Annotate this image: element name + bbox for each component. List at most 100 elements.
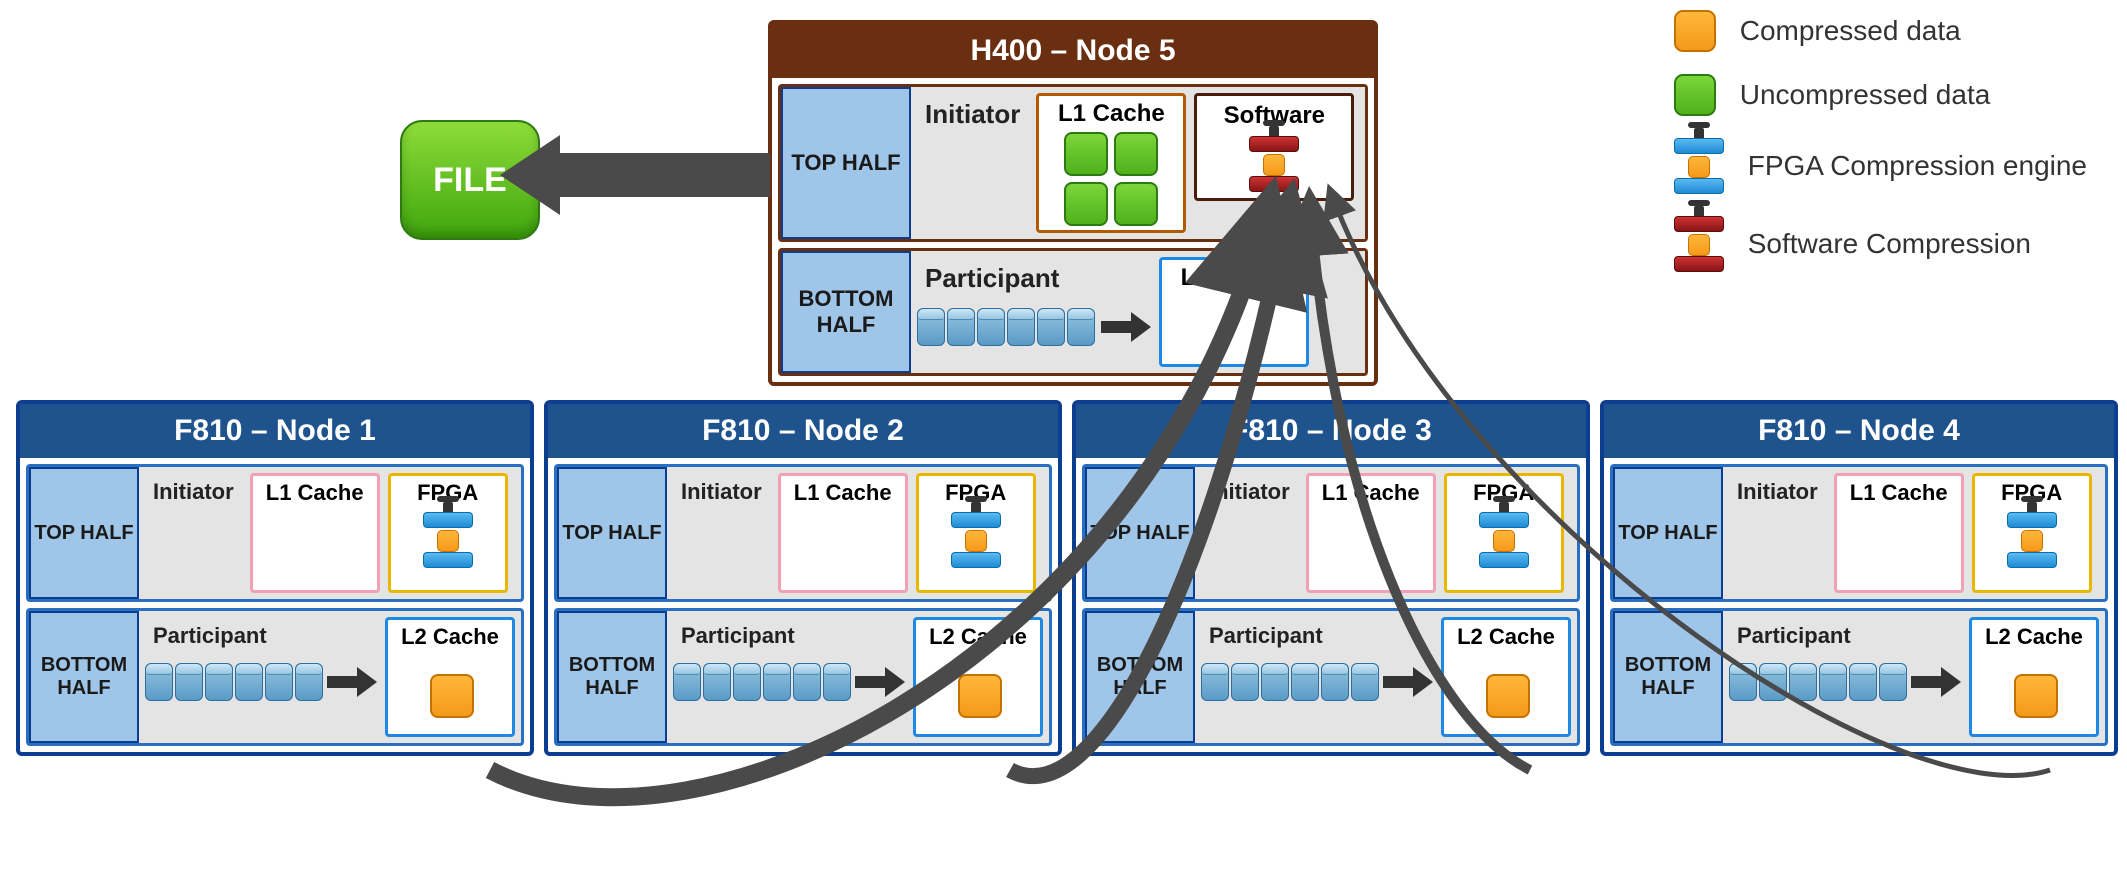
disk-icon [1789, 663, 1817, 701]
disk-icon [1291, 663, 1319, 701]
f810-node-2: F810 – Node 2 TOP HALF Initiator L1 Cach… [544, 400, 1062, 756]
disk-icon [145, 663, 173, 701]
fpga-clamp-icon [2007, 512, 2057, 568]
arrow-right-icon [855, 667, 905, 697]
top-half-label: TOP HALF [557, 467, 667, 599]
f810-node-4: F810 – Node 4 TOP HALF Initiator L1 Cach… [1600, 400, 2118, 756]
legend-row-fpga: FPGA Compression engine [1674, 138, 2087, 194]
bottom-half-label: BOTTOM HALF [781, 251, 911, 373]
node-title: F810 – Node 1 [20, 404, 530, 458]
top-half-label: TOP HALF [781, 87, 911, 239]
disk-icon [1261, 663, 1289, 701]
h400-bottom-body: Participant L2 Cache [911, 251, 1365, 373]
participant-label: Participant [917, 257, 1151, 300]
h400-top-section: TOP HALF Initiator L1 Cache Software [778, 84, 1368, 242]
participant-label: Participant [1729, 617, 1961, 655]
uncompressed-data-icon [1114, 182, 1158, 226]
disk-icon [1007, 308, 1035, 346]
disk-icon [1231, 663, 1259, 701]
l2-cache-box: L2 Cache [1969, 617, 2099, 737]
l2-cache-box: L2 Cache [385, 617, 515, 737]
software-clamp-icon [1249, 136, 1299, 192]
disk-row [1201, 663, 1379, 701]
initiator-label: Initiator [1729, 473, 1826, 511]
arrow-right-icon [1911, 667, 1961, 697]
node-bottom-body: Participant L2 Cache [139, 611, 521, 743]
h400-node-5: H400 – Node 5 TOP HALF Initiator L1 Cach… [768, 20, 1378, 386]
initiator-label: Initiator [673, 473, 770, 511]
node-bottom-body: Participant L2 Cache [1195, 611, 1577, 743]
arrow-right-icon [1383, 667, 1433, 697]
fpga-clamp-icon [1479, 512, 1529, 568]
l2-cache-title: L2 Cache [916, 620, 1040, 654]
disk-icon [703, 663, 731, 701]
h400-bottom-section: BOTTOM HALF Participant L2 Ca [778, 248, 1368, 376]
l1-cache-title: L1 Cache [1309, 476, 1433, 510]
l1-cache-box: L1 Cache [250, 473, 380, 593]
disk-icon [1819, 663, 1847, 701]
l1-cache-box: L1 Cache [1306, 473, 1436, 593]
node-top-body: Initiator L1 Cache FPGA [1723, 467, 2105, 599]
initiator-label: Initiator [917, 93, 1028, 136]
disk-icon [1351, 663, 1379, 701]
node-bottom-section: BOTTOM HALF Participant L2 Cache [26, 608, 524, 746]
l1-cache-box: L1 Cache [778, 473, 908, 593]
uncompressed-data-icon [1064, 132, 1108, 176]
disk-icon [1849, 663, 1877, 701]
l1-cache-title: L1 Cache [1837, 476, 1961, 510]
disk-icon [1759, 663, 1787, 701]
nodes-row: F810 – Node 1 TOP HALF Initiator L1 Cach… [16, 400, 2111, 756]
l1-cache-box: L1 Cache [1834, 473, 1964, 593]
top-half-label: TOP HALF [29, 467, 139, 599]
node-bottom-section: BOTTOM HALF Participant L2 Cache [1082, 608, 1580, 746]
participant-label: Participant [1201, 617, 1433, 655]
legend-row-software: Software Compression [1674, 216, 2087, 272]
bottom-half-label: BOTTOM HALF [557, 611, 667, 743]
disk-row [673, 663, 851, 701]
fpga-box: FPGA [1972, 473, 2092, 593]
disk-icon [977, 308, 1005, 346]
disk-row [917, 308, 1095, 346]
compressed-data-icon [958, 674, 1002, 718]
node-bottom-body: Participant L2 Cache [667, 611, 1049, 743]
software-clamp-icon [1674, 216, 1724, 272]
legend: Compressed data Uncompressed data FPGA C… [1674, 10, 2087, 272]
fpga-clamp-icon [1674, 138, 1724, 194]
l2-cache-title: L2 Cache [388, 620, 512, 654]
arrow-right-icon [327, 667, 377, 697]
legend-label: Uncompressed data [1740, 79, 1991, 111]
f810-node-3: F810 – Node 3 TOP HALF Initiator L1 Cach… [1072, 400, 1590, 756]
node-top-body: Initiator L1 Cache FPGA [139, 467, 521, 599]
initiator-label: Initiator [1201, 473, 1298, 511]
participant-label: Participant [145, 617, 377, 655]
disk-icon [823, 663, 851, 701]
node-top-section: TOP HALF Initiator L1 Cache FPGA [554, 464, 1052, 602]
node-top-section: TOP HALF Initiator L1 Cache FPGA [26, 464, 524, 602]
fpga-box: FPGA [916, 473, 1036, 593]
disk-icon [265, 663, 293, 701]
compressed-data-icon [1674, 10, 1716, 52]
disk-icon [673, 663, 701, 701]
l2-cache-box: L2 Cache [913, 617, 1043, 737]
file-badge: FILE [400, 120, 540, 240]
h400-title: H400 – Node 5 [772, 24, 1374, 78]
node-top-body: Initiator L1 Cache FPGA [667, 467, 1049, 599]
uncompressed-data-icon [1064, 182, 1108, 226]
disk-row [1729, 663, 1907, 701]
node-bottom-section: BOTTOM HALF Participant L2 Cache [554, 608, 1052, 746]
fpga-box: FPGA [388, 473, 508, 593]
bottom-half-label: BOTTOM HALF [1085, 611, 1195, 743]
disk-icon [1037, 308, 1065, 346]
disk-icon [947, 308, 975, 346]
l1-cache-title: L1 Cache [253, 476, 377, 510]
l1-cache-box: L1 Cache [1036, 93, 1186, 233]
file-label: FILE [433, 161, 507, 200]
node-top-body: Initiator L1 Cache FPGA [1195, 467, 1577, 599]
l2-cache-title: L2 Cache [1162, 260, 1306, 296]
h400-top-body: Initiator L1 Cache Software [911, 87, 1365, 239]
disk-icon [1321, 663, 1349, 701]
fpga-box: FPGA [1444, 473, 1564, 593]
participant-label: Participant [673, 617, 905, 655]
disk-icon [1729, 663, 1757, 701]
compressed-data-icon [1486, 674, 1530, 718]
